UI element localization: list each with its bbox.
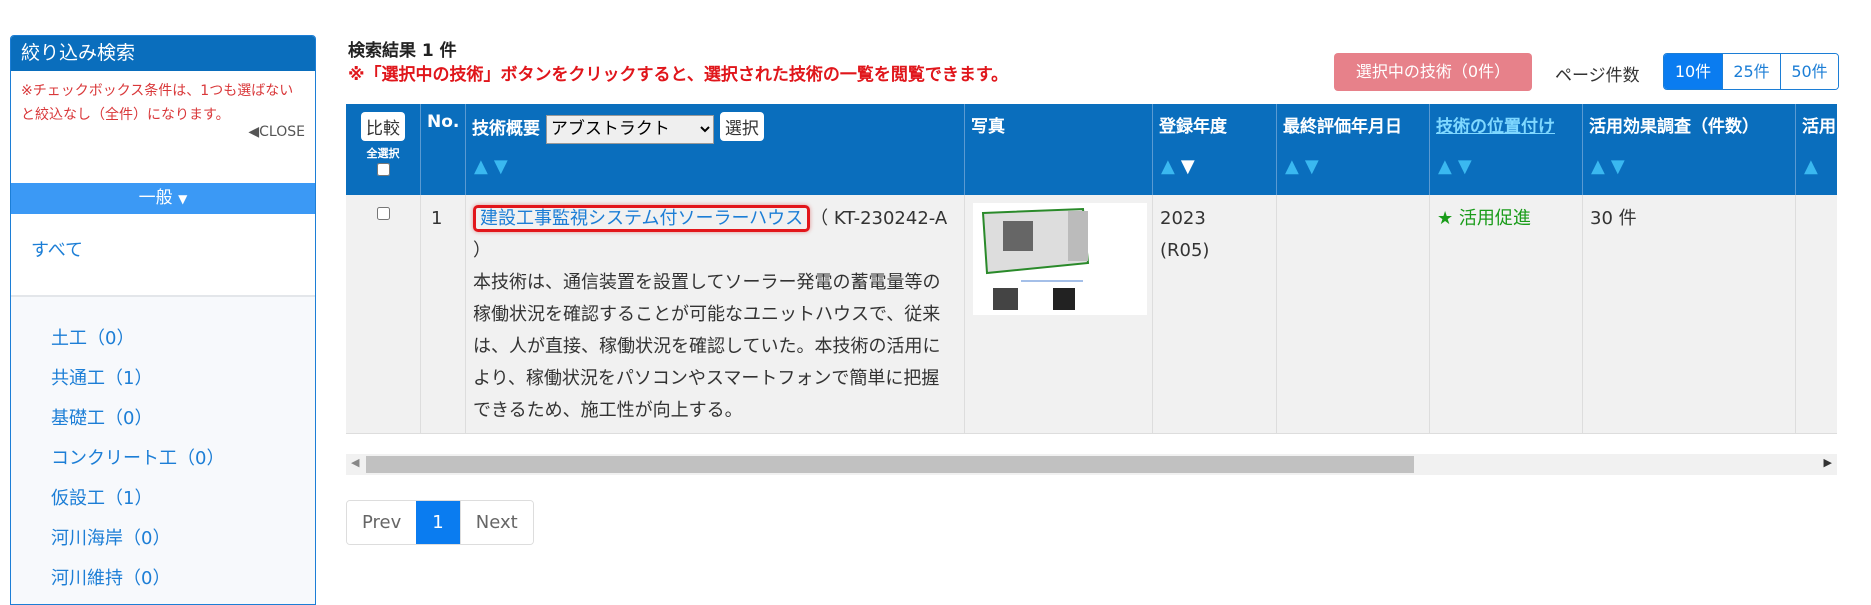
sort-desc-icon[interactable]: ▼	[494, 156, 514, 177]
filter-sidebar: 絞り込み検索 ※チェックボックス条件は、1つも選ばないと絞込なし（全件）になりま…	[10, 35, 316, 605]
last-eval-header: 最終評価年月日 ▲▼	[1277, 104, 1430, 195]
row-more	[1796, 195, 1837, 434]
section-label: 一般	[138, 188, 173, 208]
summary-label: 技術概要	[472, 119, 540, 139]
sort-arrows[interactable]: ▲▼	[1438, 156, 1478, 177]
year-label: 登録年度	[1159, 117, 1227, 137]
results-count: 検索結果 1 件	[348, 41, 457, 61]
page-count-label: ページ件数	[1555, 66, 1640, 86]
select-button[interactable]: 選択	[719, 112, 764, 141]
table-header: 比較 全選択 No. 技術概要 アブストラクト 選択 ▲▼ 写真 登録年度 ▲▼…	[346, 104, 1837, 195]
tech-photo[interactable]	[973, 203, 1147, 315]
scrollbar-thumb[interactable]	[366, 456, 1414, 473]
sort-asc-icon[interactable]: ▲	[1591, 156, 1611, 177]
section-general-toggle[interactable]: 一般 ▼	[11, 183, 315, 214]
more-header: 活用 ▲	[1796, 104, 1837, 195]
survey-label: 活用効果調査（件数）	[1589, 117, 1759, 137]
row-survey: 30 件	[1583, 195, 1796, 434]
row-select-cell	[346, 195, 421, 434]
position-link[interactable]: 技術の位置付け	[1436, 117, 1555, 137]
sidebar-title: 絞り込み検索	[11, 36, 315, 71]
compare-button[interactable]: 比較	[361, 112, 405, 141]
last-eval-label: 最終評価年月日	[1283, 117, 1402, 137]
sort-desc-icon[interactable]: ▼	[1305, 156, 1325, 177]
filter-item[interactable]: コンクリート工（0）	[51, 444, 224, 470]
sort-arrows[interactable]: ▲▼	[1161, 156, 1201, 177]
filter-item[interactable]: 河川維持（0）	[51, 564, 170, 590]
filter-all-link[interactable]: すべて	[11, 214, 315, 297]
tech-title-link[interactable]: 建設工事監視システム付ソーラーハウス	[473, 205, 811, 232]
page-1-button[interactable]: 1	[416, 501, 460, 544]
caret-down-icon: ▼	[178, 192, 188, 206]
next-button[interactable]: Next	[459, 501, 533, 544]
filter-item[interactable]: 共通工（1）	[51, 364, 152, 390]
pagination: Prev 1 Next	[346, 500, 534, 545]
row-position: ★ 活用促進	[1430, 195, 1583, 434]
no-header: No.	[421, 104, 466, 195]
table-row: 1 建設工事監視システム付ソーラーハウス（ KT-230242-A ） 本技術は…	[346, 195, 1837, 434]
select-all-checkbox[interactable]	[376, 163, 390, 176]
row-checkbox[interactable]	[376, 207, 390, 220]
sort-asc-icon[interactable]: ▲	[1438, 156, 1458, 177]
year-value: 2023	[1160, 208, 1206, 229]
page-count-50[interactable]: 50件	[1780, 54, 1838, 89]
sort-arrows[interactable]: ▲▼	[1591, 156, 1631, 177]
sort-asc-icon[interactable]: ▲	[1804, 156, 1824, 177]
scroll-right-icon[interactable]: ▶	[1824, 456, 1832, 469]
results-notice: ※「選択中の技術」ボタンをクリックすると、選択された技術の一覧を閲覧できます。	[348, 65, 1009, 85]
era-value: (R05)	[1160, 240, 1210, 261]
select-all-label: 全選択	[366, 147, 400, 160]
filter-item[interactable]: 基礎工（0）	[51, 404, 152, 430]
page-count-10[interactable]: 10件	[1664, 54, 1722, 89]
summary-header: 技術概要 アブストラクト 選択 ▲▼	[466, 104, 965, 195]
prev-button[interactable]: Prev	[347, 501, 417, 544]
scroll-left-icon[interactable]: ◀	[351, 456, 359, 469]
summary-select[interactable]: アブストラクト	[545, 114, 714, 144]
filter-item[interactable]: 河川海岸（0）	[51, 524, 170, 550]
sort-arrows[interactable]: ▲▼	[1285, 156, 1325, 177]
row-year: 2023 (R05)	[1153, 195, 1277, 434]
sort-desc-icon[interactable]: ▼	[1611, 156, 1631, 177]
year-header: 登録年度 ▲▼	[1153, 104, 1277, 195]
close-button[interactable]: ◀CLOSE	[248, 124, 305, 140]
sort-arrows[interactable]: ▲▼	[474, 156, 514, 177]
more-label: 活用	[1802, 117, 1836, 137]
page-count-25[interactable]: 25件	[1722, 54, 1780, 89]
sort-asc-icon[interactable]: ▲	[1285, 156, 1305, 177]
sort-asc-icon[interactable]: ▲	[1161, 156, 1181, 177]
photo-header: 写真	[965, 104, 1153, 195]
row-summary: 建設工事監視システム付ソーラーハウス（ KT-230242-A ） 本技術は、通…	[466, 195, 965, 434]
row-photo	[965, 195, 1153, 434]
results-table: 比較 全選択 No. 技術概要 アブストラクト 選択 ▲▼ 写真 登録年度 ▲▼…	[346, 104, 1837, 434]
sort-desc-icon[interactable]: ▼	[1181, 156, 1201, 177]
compare-header: 比較 全選択	[346, 104, 421, 195]
survey-header: 活用効果調査（件数） ▲▼	[1583, 104, 1796, 195]
sort-arrows[interactable]: ▲	[1804, 156, 1824, 177]
sort-asc-icon[interactable]: ▲	[474, 156, 494, 177]
filter-item[interactable]: 土工（0）	[51, 324, 134, 350]
selected-tech-button[interactable]: 選択中の技術（0件）	[1334, 53, 1532, 91]
tech-description: 本技術は、通信装置を設置してソーラー発電の蓄電量等の稼働状況を確認することが可能…	[473, 272, 941, 421]
horizontal-scrollbar[interactable]: ◀ ▶	[346, 454, 1837, 475]
row-no: 1	[421, 195, 466, 434]
page-count-group: 10件 25件 50件	[1663, 53, 1839, 90]
sort-desc-icon[interactable]: ▼	[1458, 156, 1478, 177]
filter-item[interactable]: 仮設工（1）	[51, 484, 152, 510]
position-header: 技術の位置付け ▲▼	[1430, 104, 1583, 195]
row-last-eval	[1277, 195, 1430, 434]
